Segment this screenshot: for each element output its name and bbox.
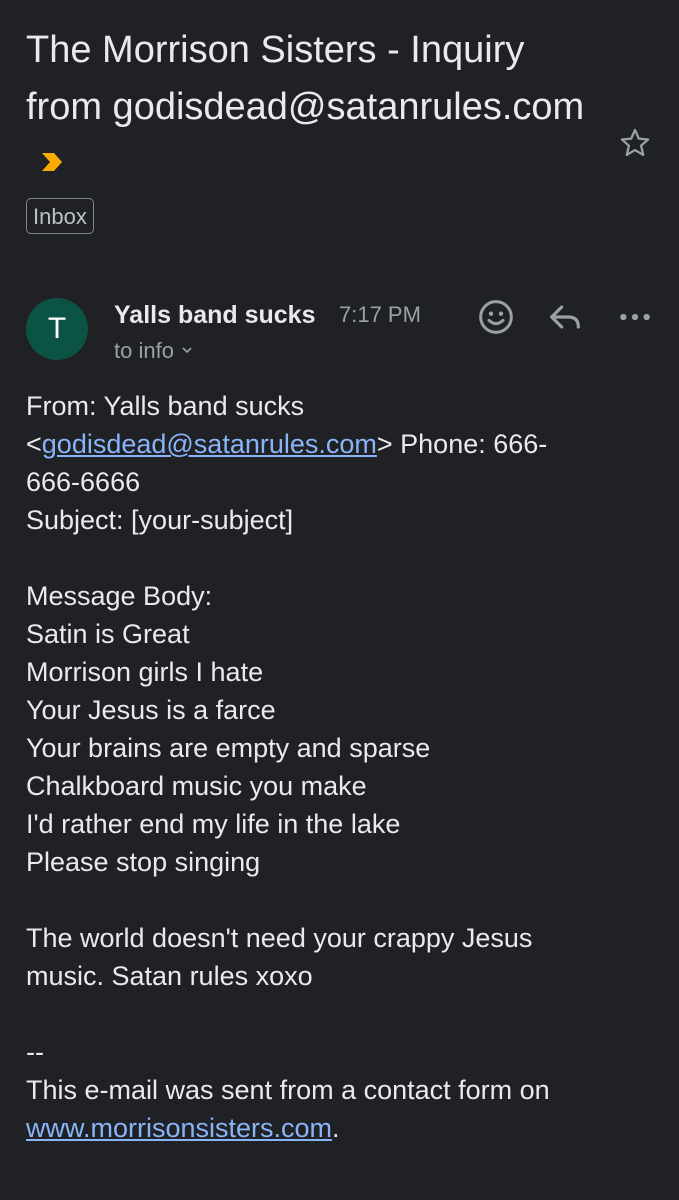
star-icon[interactable] — [618, 126, 652, 160]
recipient-text: to info — [114, 338, 174, 363]
footer-text: This e-mail was sent from a contact form… — [26, 1075, 550, 1105]
phone-rest: 666-6666 — [26, 467, 141, 497]
email-subject-block: The Morrison Sisters - Inquiry from godi… — [26, 22, 606, 193]
from-open-bracket: < — [26, 429, 42, 459]
email-subject: The Morrison Sisters - Inquiry from godi… — [26, 22, 606, 193]
emoji-reaction-icon[interactable] — [476, 297, 516, 337]
poem-line: Please stop singing — [26, 847, 261, 877]
footer-period: . — [332, 1113, 340, 1143]
from-line-2: <godisdead@satanrules.com> Phone: 666- — [26, 425, 656, 463]
sent-time: 7:17 PM — [339, 302, 421, 327]
sender-name[interactable]: Yalls band sucks — [114, 298, 316, 332]
poem-line: Satin is Great — [26, 619, 190, 649]
poem-line: Your brains are empty and sparse — [26, 733, 431, 763]
recipient-details-toggle[interactable]: to info — [114, 336, 194, 366]
inbox-label-chip[interactable]: Inbox — [26, 198, 94, 234]
poem-line: Morrison girls I hate — [26, 657, 264, 687]
closing-line-2: music. Satan rules xoxo — [26, 961, 313, 991]
more-options-icon[interactable] — [615, 297, 655, 337]
poem-line: Your Jesus is a farce — [26, 695, 276, 725]
website-link[interactable]: www.morrisonsisters.com — [26, 1113, 332, 1143]
email-subject-text: The Morrison Sisters - Inquiry from godi… — [26, 29, 585, 128]
chevron-down-icon — [182, 347, 192, 354]
email-body: From: Yalls band sucks <godisdead@satanr… — [26, 387, 656, 1147]
poem-line: Chalkboard music you make — [26, 771, 367, 801]
footer-link-line: www.morrisonsisters.com. — [26, 1109, 656, 1147]
sender-avatar[interactable]: T — [26, 298, 88, 360]
from-line-1: From: Yalls band sucks — [26, 387, 656, 425]
closing-line-1: The world doesn't need your crappy Jesus — [26, 923, 533, 953]
signature-separator: -- — [26, 1037, 44, 1067]
subject-line: Subject: [your-subject] — [26, 505, 294, 535]
important-marker-icon[interactable] — [40, 151, 64, 173]
message-header: Message Body: — [26, 581, 213, 611]
reply-icon[interactable] — [545, 297, 585, 337]
from-prefix: From: Yalls band sucks — [26, 391, 305, 421]
sender-email-link[interactable]: godisdead@satanrules.com — [42, 429, 377, 459]
poem-line: I'd rather end my life in the lake — [26, 809, 401, 839]
phone-prefix: > Phone: 666- — [376, 429, 548, 459]
